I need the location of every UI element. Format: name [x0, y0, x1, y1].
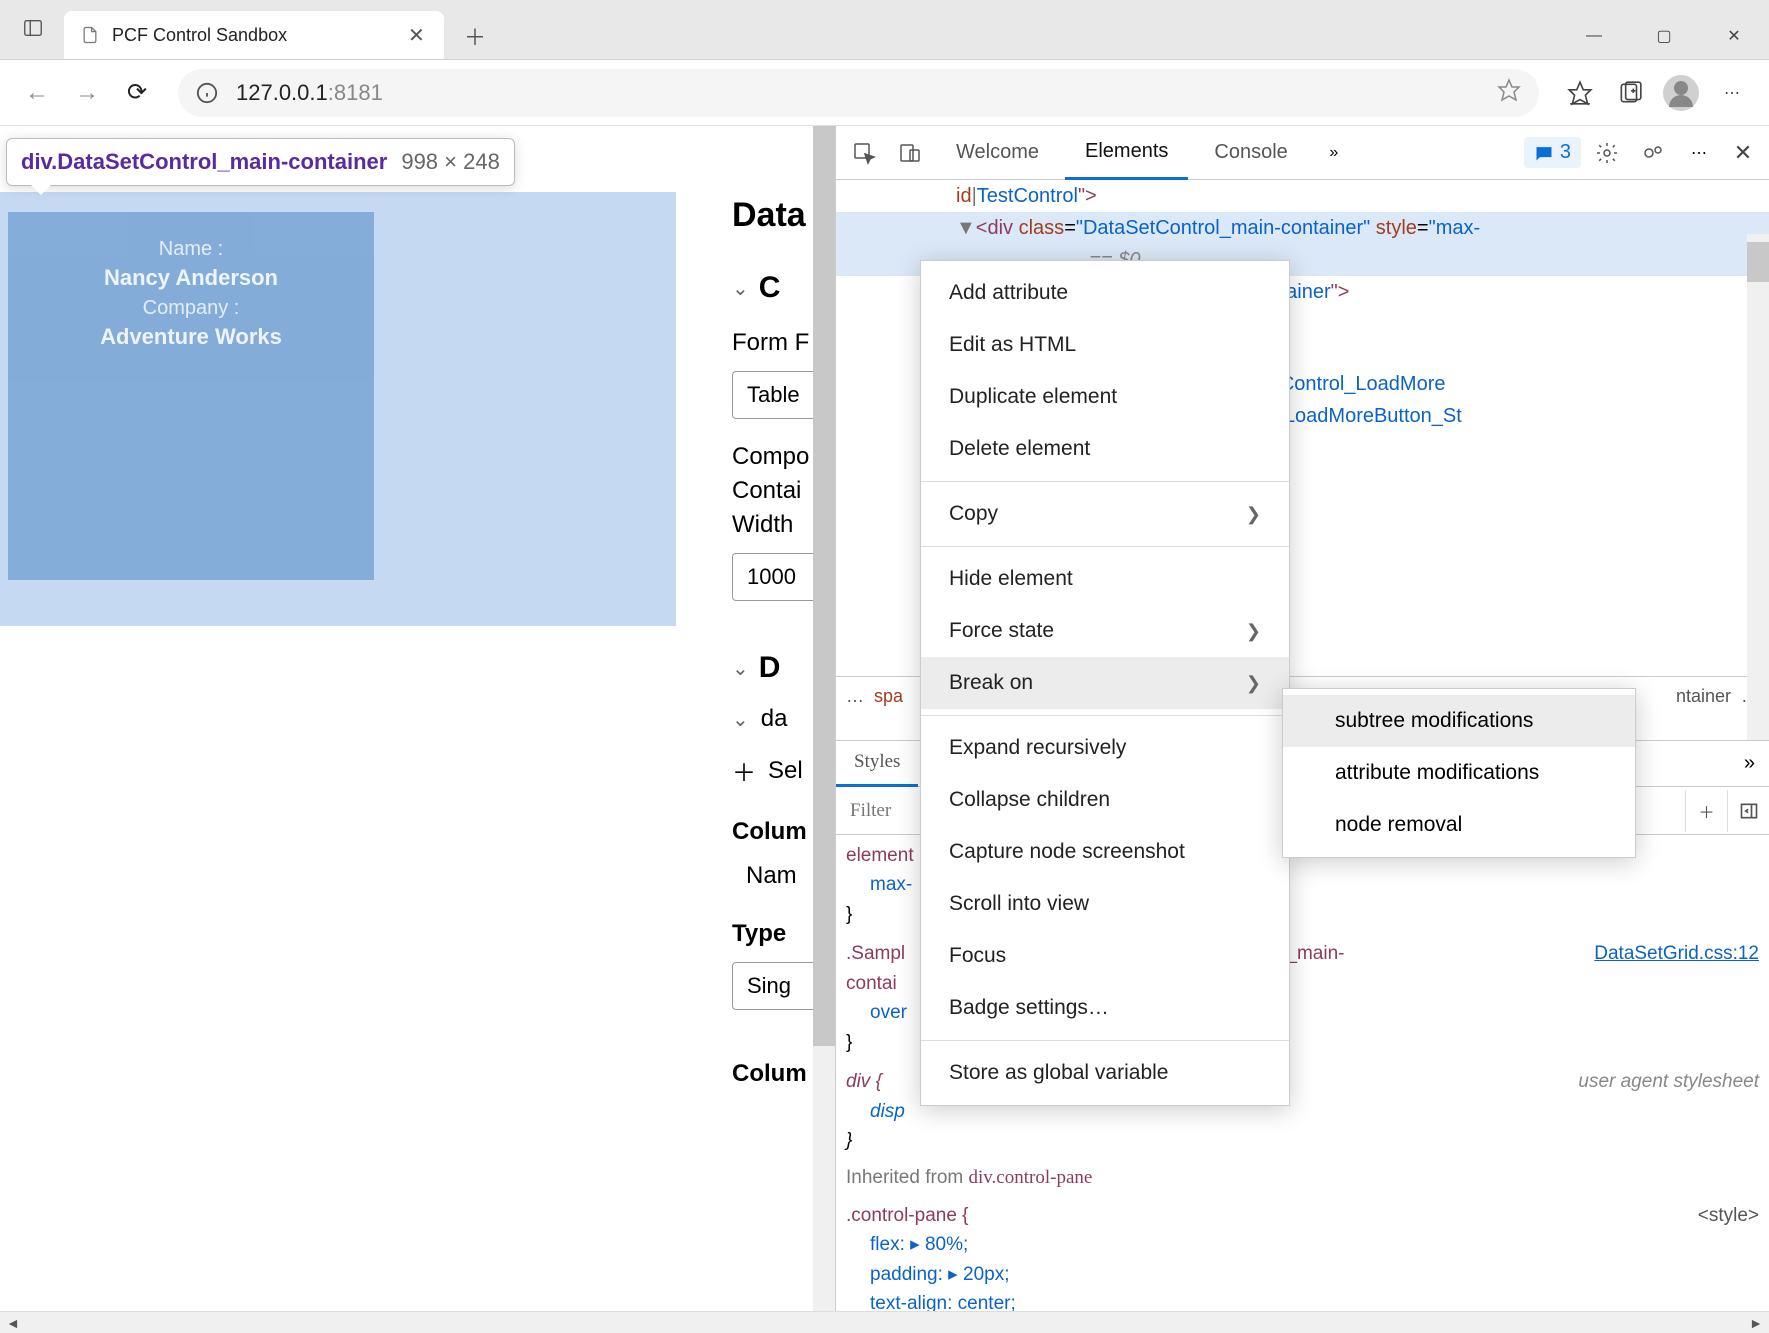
inspect-element-icon[interactable] [844, 133, 884, 173]
profile-avatar[interactable] [1663, 75, 1699, 111]
device-toolbar-icon[interactable] [890, 133, 930, 173]
submenu-node[interactable]: node removal [1283, 799, 1635, 851]
tab-title: PCF Control Sandbox [112, 25, 408, 46]
toolbar: ← → ⟳ 127.0.0.1:8181 ⋯ [0, 60, 1769, 126]
more-tabs-icon[interactable]: » [1730, 752, 1769, 775]
dataset-card[interactable]: Name : Nancy Anderson Company : Adventur… [8, 212, 374, 580]
chevron-right-icon: ❯ [1246, 673, 1261, 694]
menu-expand[interactable]: Expand recursively [921, 722, 1289, 774]
inspected-element-highlight: Name : Nancy Anderson Company : Adventur… [0, 192, 676, 626]
dom-line[interactable]: id|TestControl"> [836, 180, 1769, 212]
new-tab-button[interactable]: ＋ [452, 13, 498, 59]
settings-icon[interactable] [1587, 133, 1627, 173]
scroll-right-icon[interactable]: ► [1749, 1315, 1763, 1331]
tab-actions-button[interactable] [8, 3, 58, 53]
issues-badge[interactable]: 3 [1524, 137, 1581, 168]
new-style-rule-icon[interactable]: ＋ [1685, 790, 1727, 832]
menu-delete[interactable]: Delete element [921, 423, 1289, 475]
browser-tab[interactable]: PCF Control Sandbox ✕ [64, 11, 444, 59]
back-button[interactable]: ← [12, 68, 62, 118]
browser-titlebar: PCF Control Sandbox ✕ ＋ ― ▢ ✕ [0, 0, 1769, 60]
card-company-value: Adventure Works [28, 324, 354, 350]
card-company-label: Company : [28, 297, 354, 320]
menu-edit-html[interactable]: Edit as HTML [921, 319, 1289, 371]
menu-copy[interactable]: Copy❯ [921, 488, 1289, 540]
card-name-value: Nancy Anderson [28, 265, 354, 291]
tab-welcome[interactable]: Welcome [936, 126, 1059, 180]
dom-scrollbar[interactable] [1747, 234, 1769, 740]
submenu-attribute[interactable]: attribute modifications [1283, 747, 1635, 799]
address-bar[interactable]: 127.0.0.1:8181 [178, 69, 1539, 117]
scroll-left-icon[interactable]: ◄ [6, 1315, 20, 1331]
plus-icon[interactable]: ＋ [732, 753, 756, 788]
forward-button: → [62, 68, 112, 118]
chevron-down-icon[interactable]: ⌄ [732, 656, 749, 681]
menu-scroll[interactable]: Scroll into view [921, 878, 1289, 930]
menu-focus[interactable]: Focus [921, 930, 1289, 982]
page-scrollbar[interactable] [813, 126, 835, 1311]
devtools-close-icon[interactable]: ✕ [1725, 140, 1761, 166]
chevron-right-icon: ❯ [1246, 504, 1261, 525]
menu-duplicate[interactable]: Duplicate element [921, 371, 1289, 423]
chevron-down-icon[interactable]: ⌄ [732, 707, 749, 732]
window-controls: ― ▢ ✕ [1559, 13, 1769, 59]
collections-button[interactable] [1605, 68, 1655, 118]
break-on-submenu: subtree modifications attribute modifica… [1282, 688, 1636, 858]
menu-break-on[interactable]: Break on❯ [921, 657, 1289, 709]
devtools-menu-icon[interactable]: ⋯ [1679, 133, 1719, 173]
more-tabs-icon[interactable]: » [1314, 133, 1354, 173]
minimize-button[interactable]: ― [1559, 13, 1629, 59]
tab-close-icon[interactable]: ✕ [408, 23, 428, 48]
menu-store[interactable]: Store as global variable [921, 1047, 1289, 1099]
css-source-link[interactable]: DataSetGrid.css:12 [1594, 939, 1759, 968]
submenu-subtree[interactable]: subtree modifications [1283, 695, 1635, 747]
refresh-button[interactable]: ⟳ [112, 68, 162, 118]
inspector-tooltip: div.DataSetControl_main-container998 × 2… [6, 138, 515, 186]
horizontal-scrollbar[interactable]: ◄ ► [0, 1311, 1769, 1333]
devtools-header: Welcome Elements Console » 3 ⋯ ✕ [836, 126, 1769, 180]
tab-console[interactable]: Console [1194, 126, 1307, 180]
activity-icon[interactable] [1633, 133, 1673, 173]
favorites-button[interactable] [1555, 68, 1605, 118]
menu-collapse[interactable]: Collapse children [921, 774, 1289, 826]
menu-add-attribute[interactable]: Add attribute [921, 267, 1289, 319]
site-info-icon[interactable] [196, 82, 218, 104]
page-viewport: div.DataSetControl_main-container998 × 2… [0, 126, 835, 1311]
chevron-down-icon[interactable]: ⌄ [732, 276, 749, 301]
maximize-button[interactable]: ▢ [1629, 13, 1699, 59]
close-window-button[interactable]: ✕ [1699, 13, 1769, 59]
tab-styles[interactable]: Styles [836, 741, 918, 787]
menu-button[interactable]: ⋯ [1707, 68, 1757, 118]
card-name-label: Name : [28, 238, 354, 261]
menu-force-state[interactable]: Force state❯ [921, 605, 1289, 657]
dom-line-selected[interactable]: ▼<div class="DataSetControl_main-contain… [836, 212, 1769, 244]
menu-badge[interactable]: Badge settings… [921, 982, 1289, 1034]
toggle-sidebar-icon[interactable] [1727, 790, 1769, 832]
page-icon [80, 25, 100, 45]
favorite-icon[interactable] [1497, 78, 1521, 108]
menu-capture[interactable]: Capture node screenshot [921, 826, 1289, 878]
url-text: 127.0.0.1:8181 [236, 80, 1497, 106]
tab-elements[interactable]: Elements [1065, 126, 1188, 180]
chevron-right-icon: ❯ [1246, 621, 1261, 642]
menu-hide[interactable]: Hide element [921, 553, 1289, 605]
context-menu: Add attribute Edit as HTML Duplicate ele… [920, 260, 1290, 1106]
